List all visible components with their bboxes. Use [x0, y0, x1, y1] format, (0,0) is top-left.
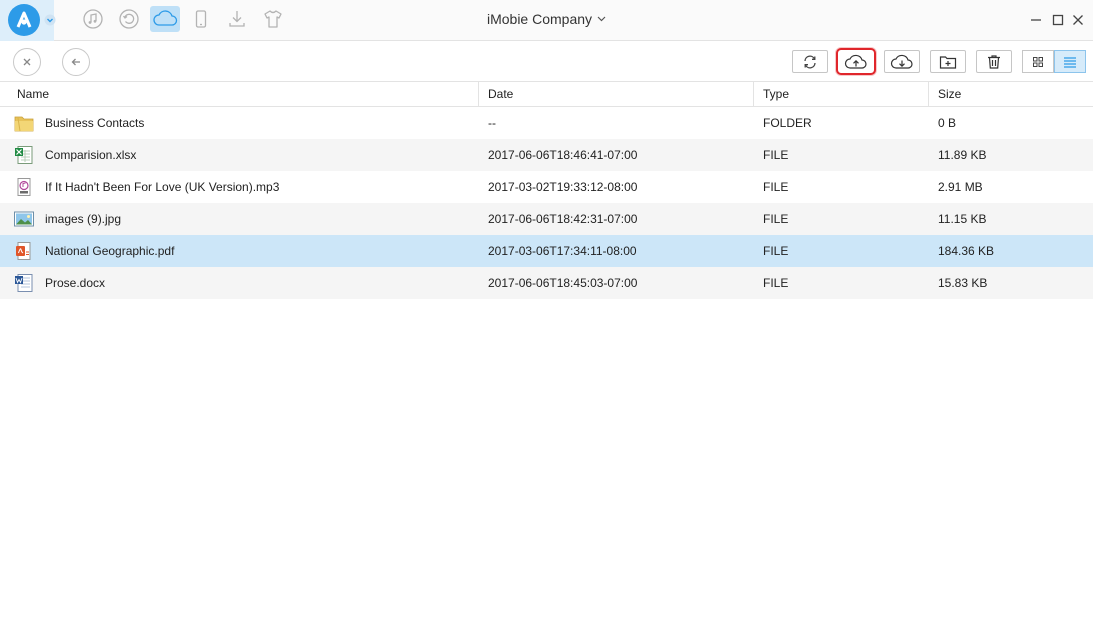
file-type: FILE — [763, 180, 789, 194]
window-title: iMobie Company — [486, 11, 593, 27]
chevron-down-icon[interactable] — [44, 14, 56, 26]
file-date: -- — [488, 116, 496, 130]
maximize-button[interactable] — [1048, 10, 1068, 30]
file-date: 2017-06-06T18:42:31-07:00 — [488, 212, 638, 226]
excel-file-icon — [15, 146, 33, 164]
file-name: images (9).jpg — [45, 212, 122, 226]
arrow-left-icon — [71, 58, 80, 66]
file-date: 2017-06-06T18:46:41-07:00 — [488, 148, 638, 162]
anytrans-logo-icon[interactable] — [8, 4, 40, 36]
close-icon — [1073, 15, 1083, 25]
upload-to-cloud-button[interactable] — [836, 48, 876, 75]
cancel-button[interactable] — [13, 48, 41, 76]
list-view-icon — [1064, 56, 1076, 68]
file-date: 2017-03-02T19:33:12-08:00 — [488, 180, 638, 194]
history-icon[interactable] — [114, 6, 144, 32]
trash-icon — [988, 54, 1000, 69]
table-row[interactable]: images (9).jpg 2017-06-06T18:42:31-07:00… — [0, 203, 1093, 235]
folder-icon — [14, 116, 34, 132]
column-divider[interactable] — [478, 82, 479, 107]
grid-view-button[interactable] — [1022, 50, 1054, 73]
toolbar — [0, 41, 1093, 82]
cloud-download-icon — [890, 54, 913, 69]
tshirt-icon[interactable] — [258, 6, 288, 32]
pdf-file-icon — [16, 242, 31, 260]
file-list: Business Contacts -- FOLDER 0 B Comparis… — [0, 107, 1093, 299]
file-name: If It Hadn't Been For Love (UK Version).… — [45, 180, 280, 194]
close-icon — [23, 58, 31, 66]
grid-view-icon — [1033, 56, 1043, 67]
image-file-icon — [14, 211, 34, 227]
refresh-icon — [804, 55, 816, 68]
table-row[interactable]: Comparision.xlsx 2017-06-06T18:46:41-07:… — [0, 139, 1093, 171]
file-date: 2017-06-06T18:45:03-07:00 — [488, 276, 638, 290]
file-type: FILE — [763, 244, 789, 258]
maximize-icon — [1052, 14, 1064, 26]
table-header: Name Date Type Size — [0, 82, 1093, 107]
download-from-cloud-button[interactable] — [884, 50, 920, 73]
file-size: 2.91 MB — [938, 180, 983, 194]
column-header-name[interactable]: Name — [17, 82, 49, 107]
cloud-icon[interactable] — [150, 6, 180, 32]
file-name: Business Contacts — [45, 116, 145, 130]
new-folder-button[interactable] — [930, 50, 966, 73]
file-type: FILE — [763, 148, 789, 162]
title-bar: iMobie Company — [0, 0, 1093, 41]
file-size: 184.36 KB — [938, 244, 995, 258]
new-folder-icon — [939, 55, 957, 69]
download-icon[interactable] — [222, 6, 252, 32]
close-window-button[interactable] — [1068, 10, 1088, 30]
file-type: FILE — [763, 212, 789, 226]
file-date: 2017-03-06T17:34:11-08:00 — [488, 244, 637, 258]
column-divider[interactable] — [928, 82, 929, 107]
column-divider[interactable] — [753, 82, 754, 107]
column-header-date[interactable]: Date — [488, 82, 513, 107]
minimize-icon — [1031, 19, 1041, 21]
music-icon[interactable] — [78, 6, 108, 32]
minimize-button[interactable] — [1026, 10, 1046, 30]
file-size: 15.83 KB — [938, 276, 988, 290]
account-selector[interactable]: iMobie Company — [487, 11, 606, 27]
cloud-upload-icon — [844, 54, 867, 69]
file-name: National Geographic.pdf — [45, 244, 175, 258]
file-size: 0 B — [938, 116, 957, 130]
column-header-type[interactable]: Type — [763, 82, 789, 107]
file-size: 11.15 KB — [938, 212, 987, 226]
list-view-button[interactable] — [1054, 50, 1086, 73]
back-button[interactable] — [62, 48, 90, 76]
file-name: Comparision.xlsx — [45, 148, 137, 162]
column-header-size[interactable]: Size — [938, 82, 961, 107]
file-type: FOLDER — [763, 116, 812, 130]
table-row[interactable]: Prose.docx 2017-06-06T18:45:03-07:00 FIL… — [0, 267, 1093, 299]
file-size: 11.89 KB — [938, 148, 987, 162]
word-file-icon — [15, 274, 33, 292]
file-name: Prose.docx — [45, 276, 106, 290]
delete-button[interactable] — [976, 50, 1012, 73]
device-icon[interactable] — [186, 6, 216, 32]
table-row[interactable]: If It Hadn't Been For Love (UK Version).… — [0, 171, 1093, 203]
refresh-button[interactable] — [792, 50, 828, 73]
table-row[interactable]: National Geographic.pdf 2017-03-06T17:34… — [0, 235, 1093, 267]
chevron-down-icon — [597, 16, 606, 22]
file-type: FILE — [763, 276, 789, 290]
app-logo-area[interactable] — [0, 0, 56, 41]
table-row[interactable]: Business Contacts -- FOLDER 0 B — [0, 107, 1093, 139]
audio-file-icon — [17, 178, 31, 196]
